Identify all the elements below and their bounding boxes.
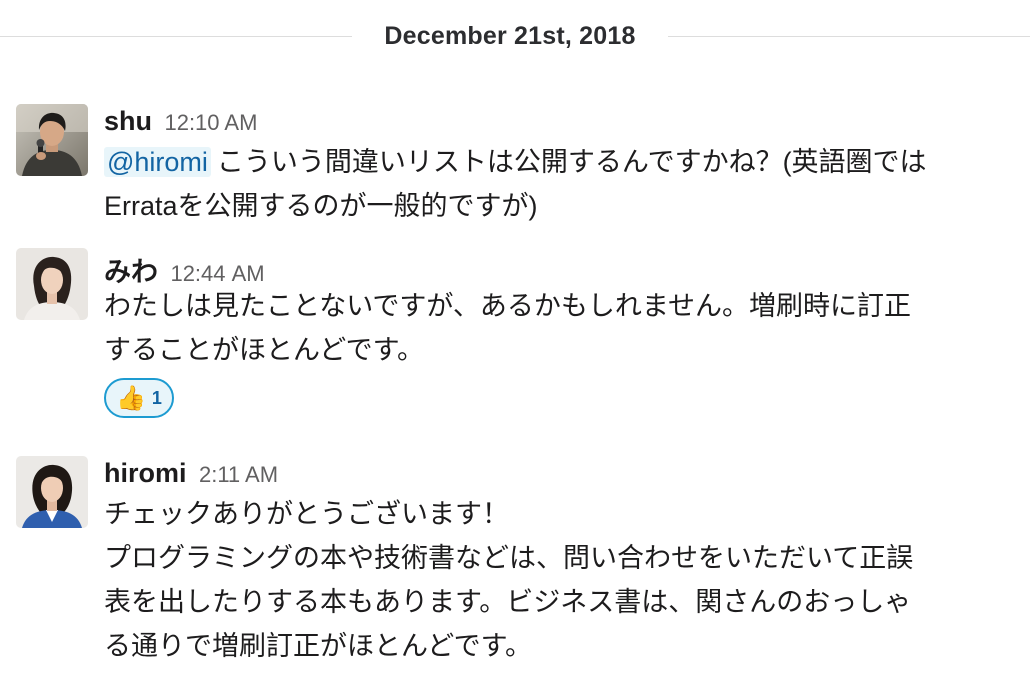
timestamp[interactable]: 12:10 AM [164, 110, 257, 135]
message-body: hiromi 2:11 AM チェックありがとうございます！ プログラミングの本… [104, 458, 1016, 668]
hiromi-avatar-image [16, 456, 88, 528]
shu-avatar-image [16, 104, 88, 176]
timestamp[interactable]: 12:44 AM [170, 261, 264, 286]
message-body: みわ 12:44 AM わたしは見たことないですが、あるかもしれません。増刷時に… [104, 250, 1016, 418]
avatar[interactable] [16, 456, 88, 528]
reaction-thumbs-up[interactable]: 👍 1 [104, 378, 174, 418]
avatar[interactable] [16, 248, 88, 320]
message-text: @hiromi こういう間違いリストは公開するんですかね？(英語圏では Errat… [104, 140, 1016, 228]
message-body: shu 12:10 AM @hiromi こういう間違いリストは公開するんですかね… [104, 106, 1016, 228]
divider-line-left [0, 36, 352, 37]
reaction-count: 1 [151, 387, 162, 408]
timestamp[interactable]: 2:11 AM [199, 462, 278, 487]
username[interactable]: shu [104, 106, 152, 136]
username[interactable]: hiromi [104, 458, 187, 488]
thumbs-up-icon: 👍 [116, 384, 146, 412]
date-divider: December 21st, 2018 [0, 16, 1030, 56]
date-divider-label[interactable]: December 21st, 2018 [352, 22, 668, 51]
message-text: チェックありがとうございます！ プログラミングの本や技術書などは、問い合わせをい… [104, 499, 914, 661]
miwa-avatar-image [16, 248, 88, 320]
avatar[interactable] [16, 104, 88, 176]
message-text-line: こういう間違いリストは公開するんですかね？(英語圏では [216, 147, 927, 177]
message-text: わたしは見たことないですが、あるかもしれません。増刷時に訂正 することがほとんど… [104, 291, 912, 365]
message-header: shu 12:10 AM [104, 106, 1016, 140]
user-mention[interactable]: @hiromi [104, 147, 211, 177]
divider-line-right [668, 36, 1030, 37]
username[interactable]: みわ [104, 257, 158, 287]
message-header: hiromi 2:11 AM [104, 458, 1016, 492]
message-text-line: Errataを公開するのが一般的ですが) [104, 191, 538, 221]
message-header: みわ 12:44 AM [104, 250, 1016, 287]
